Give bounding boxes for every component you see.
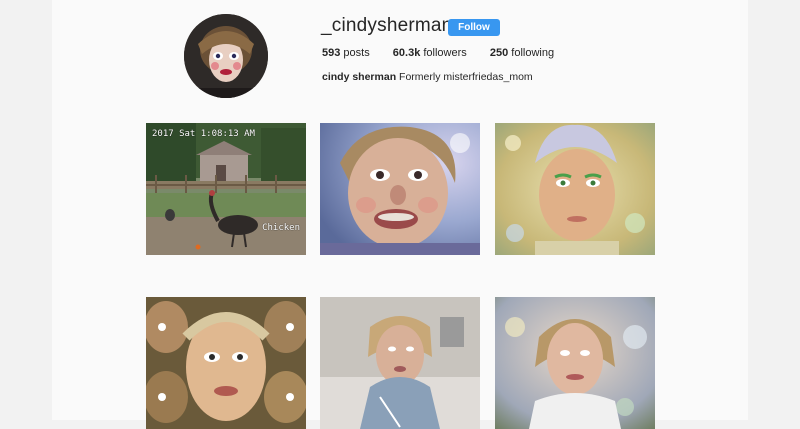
full-name: cindy sherman <box>322 71 397 83</box>
camera-label: Chicken <box>262 223 300 233</box>
post-thumbnail[interactable] <box>495 123 655 255</box>
posts-stat[interactable]: 593 posts <box>322 47 370 59</box>
followers-stat[interactable]: 60.3k followers <box>393 47 467 59</box>
followers-count: 60.3k <box>392 47 421 59</box>
following-stat[interactable]: 250 following <box>490 47 554 59</box>
follow-button[interactable]: Follow <box>448 19 500 36</box>
bio-text: Formerly misterfriedas_mom <box>399 71 533 83</box>
avatar[interactable] <box>184 14 268 98</box>
post-thumbnail[interactable] <box>146 297 306 429</box>
profile-stats: 593 posts 60.3k followers 250 following <box>322 47 574 59</box>
post-thumbnail[interactable] <box>320 123 480 255</box>
username: _cindysherman_ <box>321 15 464 36</box>
bio: cindy sherman Formerly misterfriedas_mom <box>322 71 533 83</box>
following-label: following <box>511 47 555 59</box>
followers-label: followers <box>423 47 467 59</box>
post-thumbnail[interactable] <box>320 297 480 429</box>
profile-header: _cindysherman_ Follow 593 posts 60.3k fo… <box>52 0 748 112</box>
camera-timestamp: 2017 Sat 1:08:13 AM <box>152 129 255 139</box>
posts-label: posts <box>343 47 370 59</box>
post-thumbnail[interactable] <box>495 297 655 429</box>
post-thumbnail[interactable]: 2017 Sat 1:08:13 AM Chicken <box>146 123 306 255</box>
following-count: 250 <box>489 47 509 59</box>
profile-page: _cindysherman_ Follow 593 posts 60.3k fo… <box>52 0 748 429</box>
posts-count: 593 <box>322 47 341 59</box>
